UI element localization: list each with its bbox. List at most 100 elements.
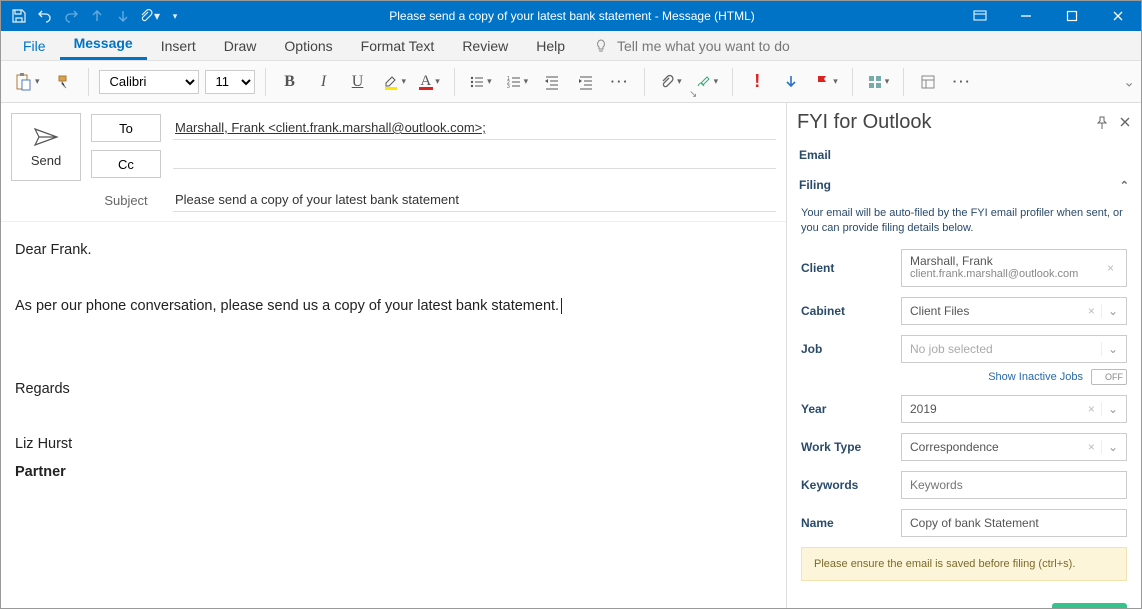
next-icon [111,4,135,28]
name-input[interactable] [901,509,1127,537]
close-panel-icon[interactable] [1119,116,1131,130]
panel-section-filing[interactable]: Filing ⌃ [787,170,1141,200]
ribbon-display-icon[interactable] [957,1,1003,31]
italic-button[interactable]: I [310,68,338,96]
follow-up-button[interactable]: ▾ [811,68,842,96]
message-body[interactable]: Dear Frank. As per our phone conversatio… [1,222,786,608]
high-importance-button[interactable]: ! [743,68,771,96]
more-formatting-button[interactable]: ··· [606,68,634,96]
main-area: Send To Marshall, Frank <client.frank.ma… [1,103,1141,608]
filing-form: Your email will be auto-filed by the FYI… [787,200,1141,603]
clear-icon[interactable]: × [1101,261,1120,275]
body-line: Partner [15,462,772,484]
tell-me-label: Tell me what you want to do [617,38,790,54]
inactive-jobs-label: Show Inactive Jobs [988,371,1083,383]
tell-me-search[interactable]: Tell me what you want to do [579,32,804,60]
chevron-down-icon[interactable]: ⌄ [1101,440,1118,454]
numbering-button[interactable]: 123▾ [502,68,533,96]
window-title: Please send a copy of your latest bank s… [187,9,957,23]
increase-indent-button[interactable] [572,68,600,96]
close-icon[interactable] [1095,1,1141,31]
client-select[interactable]: Marshall, Frank client.frank.marshall@ou… [901,249,1127,287]
tab-draw[interactable]: Draw [210,32,271,60]
tab-formattext[interactable]: Format Text [347,32,449,60]
lightbulb-icon [593,38,609,54]
chevron-down-icon[interactable]: ⌄ [1101,402,1118,416]
cc-button[interactable]: Cc [91,150,161,178]
year-label: Year [801,402,901,416]
clear-icon[interactable]: × [1082,402,1101,416]
body-line: Dear Frank. [15,240,772,262]
pin-icon[interactable] [1095,116,1109,130]
qat-customize-icon[interactable]: ▾ [163,4,187,28]
panel-title: FYI for Outlook [797,111,932,134]
addins-button[interactable]: ▾ [863,68,894,96]
tab-message[interactable]: Message [60,29,147,60]
prev-icon [85,4,109,28]
underline-button[interactable]: U [344,68,372,96]
bullets-button[interactable]: ▾ [465,68,496,96]
send-label: Send [31,153,61,168]
chevron-down-icon[interactable]: ⌄ [1101,304,1118,318]
tab-insert[interactable]: Insert [147,32,210,60]
bold-button[interactable]: B [276,68,304,96]
worktype-label: Work Type [801,440,901,454]
decrease-indent-button[interactable] [538,68,566,96]
font-name-select[interactable]: Calibri [99,70,199,94]
attach-file-button[interactable]: ▾ [655,68,686,96]
minimize-icon[interactable] [1003,1,1049,31]
keywords-label: Keywords [801,478,901,492]
dialog-launcher-icon[interactable]: ↘ [689,89,697,100]
clear-icon[interactable]: × [1082,440,1101,454]
message-header: Send To Marshall, Frank <client.frank.ma… [1,103,786,222]
collapse-ribbon-icon[interactable]: ⌄ [1123,73,1135,90]
highlight-button[interactable]: ▾ [378,68,411,96]
maximize-icon[interactable] [1049,1,1095,31]
create-button[interactable]: Create [1052,603,1127,608]
tab-options[interactable]: Options [270,32,346,60]
format-painter-button[interactable] [50,68,78,96]
clear-icon[interactable]: × [1082,304,1101,318]
quick-access-toolbar: ▾ ▾ [1,4,187,28]
save-icon[interactable] [7,4,31,28]
cabinet-label: Cabinet [801,304,901,318]
to-button[interactable]: To [91,114,161,142]
job-select[interactable]: No job selected × ⌄ [901,335,1127,363]
tab-file[interactable]: File [9,32,60,60]
year-select[interactable]: 2019 × ⌄ [901,395,1127,423]
body-line: Regards [15,379,772,401]
panel-section-email[interactable]: Email [787,140,1141,170]
worktype-select[interactable]: Correspondence × ⌄ [901,433,1127,461]
filing-help-text: Your email will be auto-filed by the FYI… [801,206,1127,237]
inactive-jobs-toggle[interactable]: OFF [1091,369,1127,385]
save-warning: Please ensure the email is saved before … [801,547,1127,581]
font-color-button[interactable]: A▾ [416,68,444,96]
chevron-down-icon[interactable]: ⌄ [1101,342,1118,356]
to-field[interactable]: Marshall, Frank <client.frank.marshall@o… [173,116,776,140]
ribbon-toolbar: ▾ Calibri 11 B I U ▾ A▾ ▾ 123▾ ··· ▾ ▾ !… [1,61,1141,103]
svg-text:3: 3 [507,84,510,90]
cc-field[interactable] [173,160,776,169]
tab-help[interactable]: Help [522,32,579,60]
chevron-up-icon: ⌃ [1120,179,1129,192]
send-icon [33,127,59,147]
font-size-select[interactable]: 11 [205,70,255,94]
send-button[interactable]: Send [11,113,81,181]
attach-dropdown-icon[interactable]: ▾ [137,4,161,28]
window-controls [957,1,1141,31]
body-line: Liz Hurst [15,434,772,456]
low-importance-button[interactable] [777,68,805,96]
more-commands-button[interactable]: ··· [948,68,976,96]
subject-label: Subject [91,193,161,208]
keywords-input[interactable] [901,471,1127,499]
redo-icon [59,4,83,28]
job-label: Job [801,342,901,356]
undo-icon[interactable] [33,4,57,28]
templates-button[interactable] [914,68,942,96]
paste-button[interactable]: ▾ [9,68,44,96]
cabinet-select[interactable]: Client Files × ⌄ [901,297,1127,325]
body-line: As per our phone conversation, please se… [15,296,772,318]
title-bar: ▾ ▾ Please send a copy of your latest ba… [1,1,1141,31]
tab-review[interactable]: Review [448,32,522,60]
subject-field[interactable]: Please send a copy of your latest bank s… [173,188,776,212]
